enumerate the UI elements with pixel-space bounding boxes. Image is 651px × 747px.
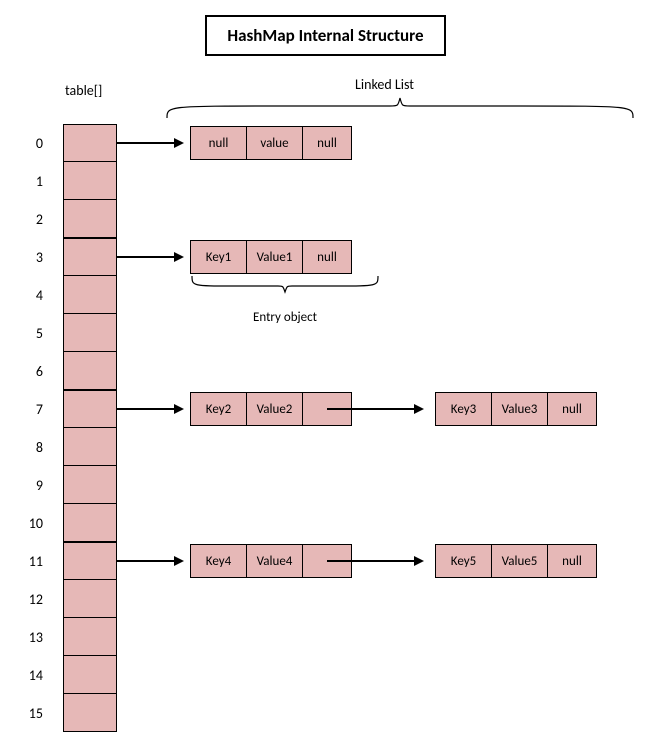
bucket-index: 7 (15, 401, 43, 418)
bucket-index: 2 (15, 211, 43, 228)
bucket-cell (63, 276, 117, 314)
bucket-cell (63, 618, 117, 656)
bucket-row: 7 Key2Value2 Key3Value3null (15, 390, 636, 428)
entry-node: Key5Value5null (435, 544, 597, 578)
entry-node: Key3Value3null (435, 392, 597, 426)
bucket-row: 12 (15, 580, 636, 618)
bucket-row: 11 Key4Value4 Key5Value5null (15, 542, 636, 580)
bucket-row: 3Key1Value1nullEntry object (15, 238, 636, 276)
entry-key: Key5 (435, 544, 491, 578)
bucket-cell (63, 504, 117, 542)
entry-next (302, 392, 352, 426)
bucket-row: 10 (15, 504, 636, 542)
entry-next: null (547, 392, 597, 426)
entry-node: Key4Value4 (190, 544, 352, 578)
entry-node: nullvaluenull (190, 126, 352, 160)
entry-node: Key2Value2 (190, 392, 352, 426)
bucket-cell (63, 428, 117, 466)
bucket-cell (63, 390, 117, 428)
entry-key: null (190, 126, 246, 160)
entry-value: value (246, 126, 302, 160)
next-pointer-arrow (327, 408, 422, 410)
bucket-index: 10 (15, 515, 43, 532)
entry-value: Value2 (246, 392, 302, 426)
linked-list-label: Linked List (355, 76, 414, 93)
bucket-row: 9 (15, 466, 636, 504)
bucket-row: 0 nullvaluenull (15, 124, 636, 162)
pointer-arrow (117, 142, 182, 144)
entry-value: Value1 (246, 240, 302, 274)
bucket-index: 3 (15, 249, 43, 266)
entry-key: Key2 (190, 392, 246, 426)
bucket-row: 14 (15, 656, 636, 694)
bucket-index: 6 (15, 363, 43, 380)
entry-value: Value5 (491, 544, 547, 578)
bucket-index: 15 (15, 705, 43, 722)
pointer-arrow (117, 560, 182, 562)
entry-value: Value3 (491, 392, 547, 426)
entry-key: Key3 (435, 392, 491, 426)
entry-next (302, 544, 352, 578)
bucket-cell (63, 694, 117, 732)
entry-key: Key4 (190, 544, 246, 578)
bucket-row: 1 (15, 162, 636, 200)
hashmap-diagram-body: 0nullvaluenull123Key1Value1nullEntry obj… (15, 124, 636, 732)
bucket-cell (63, 656, 117, 694)
entry-next: null (302, 126, 352, 160)
bucket-index: 13 (15, 629, 43, 646)
bucket-index: 1 (15, 173, 43, 190)
bucket-index: 9 (15, 477, 43, 494)
entry-next: null (302, 240, 352, 274)
bucket-index: 8 (15, 439, 43, 456)
entry-value: Value4 (246, 544, 302, 578)
bucket-index: 4 (15, 287, 43, 304)
bucket-cell (63, 238, 117, 276)
pointer-arrow (117, 408, 182, 410)
entry-key: Key1 (190, 240, 246, 274)
bucket-cell (63, 124, 117, 162)
header-labels: table[] Linked List (15, 76, 636, 124)
bucket-row: 4 (15, 276, 636, 314)
table-array-label: table[] (65, 82, 102, 99)
bucket-cell (63, 542, 117, 580)
bucket-index: 14 (15, 667, 43, 684)
bucket-cell (63, 352, 117, 390)
bucket-cell (63, 580, 117, 618)
next-pointer-arrow (327, 560, 422, 562)
entry-node: Key1Value1null (190, 240, 352, 274)
diagram-title: HashMap Internal Structure (205, 15, 445, 56)
bucket-row: 5 (15, 314, 636, 352)
bucket-cell (63, 162, 117, 200)
bucket-cell (63, 466, 117, 504)
bucket-index: 12 (15, 591, 43, 608)
entry-next: null (547, 544, 597, 578)
bucket-row: 15 (15, 694, 636, 732)
linked-list-brace (165, 98, 635, 120)
bucket-row: 8 (15, 428, 636, 466)
bucket-index: 0 (15, 135, 43, 152)
bucket-cell (63, 314, 117, 352)
bucket-row: 6 (15, 352, 636, 390)
bucket-index: 11 (15, 553, 43, 570)
bucket-cell (63, 200, 117, 238)
bucket-index: 5 (15, 325, 43, 342)
pointer-arrow (117, 256, 182, 258)
bucket-row: 2 (15, 200, 636, 238)
bucket-row: 13 (15, 618, 636, 656)
